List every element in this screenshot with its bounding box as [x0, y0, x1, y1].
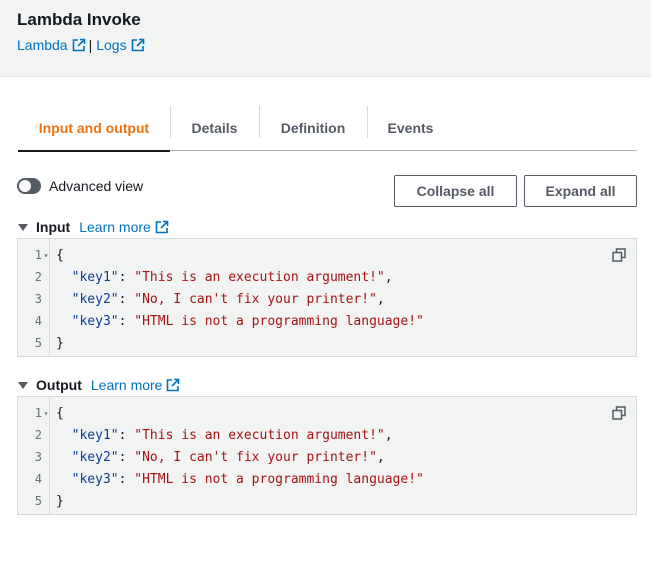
advanced-view-row: Advanced view — [17, 178, 143, 194]
input-section-header: Input Learn more — [18, 219, 169, 235]
line-number: 5 — [34, 336, 42, 350]
fold-arrow-icon[interactable]: ▾ — [42, 251, 50, 260]
tab-definition[interactable]: Definition — [259, 106, 367, 150]
input-section-title: Input — [36, 219, 71, 235]
code-text: } — [56, 493, 64, 509]
link-separator: | — [88, 37, 93, 53]
code-text: "key3": "HTML is not a programming langu… — [71, 471, 424, 487]
tab-bar: Input and output Details Definition Even… — [18, 106, 637, 152]
logs-link-label: Logs — [96, 37, 127, 53]
external-link-icon — [167, 378, 180, 392]
advanced-view-label: Advanced view — [49, 178, 144, 194]
tab-events[interactable]: Events — [367, 106, 454, 150]
external-link-icon — [131, 38, 144, 52]
output-learn-more-link[interactable]: Learn more — [91, 377, 181, 393]
code-text: { — [56, 405, 64, 421]
code-text: { — [56, 247, 64, 263]
code-text: "key1": "This is an execution argument!"… — [71, 427, 393, 443]
code-text: "key3": "HTML is not a programming langu… — [71, 313, 424, 329]
output-code-viewer[interactable]: 1 ▾ { 2 "key1": "This is an execution ar… — [17, 396, 637, 515]
code-line: 4 "key3": "HTML is not a programming lan… — [18, 310, 636, 332]
code-line: 3 "key2": "No, I can't fix your printer!… — [18, 288, 636, 310]
code-line: 2 "key1": "This is an execution argument… — [18, 266, 636, 288]
code-text: } — [56, 335, 64, 351]
lambda-link-label: Lambda — [17, 37, 68, 53]
line-number: 5 — [34, 494, 42, 508]
code-text: "key2": "No, I can't fix your printer!", — [71, 291, 385, 307]
code-text: "key2": "No, I can't fix your printer!", — [71, 449, 385, 465]
output-section-header: Output Learn more — [18, 377, 180, 393]
output-learn-more-label: Learn more — [90, 377, 163, 393]
collapse-all-button[interactable]: Collapse all — [394, 175, 517, 207]
fold-arrow-icon[interactable]: ▾ — [42, 409, 50, 418]
line-number: 4 — [34, 472, 42, 486]
page-header: Lambda Invoke Lambda | Logs — [0, 0, 651, 77]
code-line: 1 ▾ { — [18, 244, 636, 266]
line-number: 1 — [34, 248, 42, 262]
external-link-icon — [155, 220, 169, 234]
code-line: 5 } — [18, 332, 636, 354]
input-learn-more-link[interactable]: Learn more — [79, 219, 169, 235]
code-line: 5 } — [18, 490, 636, 512]
code-line: 4 "key3": "HTML is not a programming lan… — [18, 468, 636, 490]
expand-all-button[interactable]: Expand all — [524, 175, 637, 207]
lambda-link[interactable]: Lambda — [17, 37, 86, 53]
input-code-viewer[interactable]: 1 ▾ { 2 "key1": "This is an execution ar… — [17, 238, 637, 357]
copy-icon[interactable] — [612, 406, 626, 420]
advanced-view-toggle[interactable] — [17, 178, 41, 194]
line-number: 2 — [34, 428, 42, 442]
code-line: 1 ▾ { — [18, 402, 636, 424]
output-collapse-caret-icon[interactable] — [18, 381, 28, 389]
copy-icon[interactable] — [612, 248, 626, 262]
line-number: 1 — [34, 406, 42, 420]
logs-link[interactable]: Logs — [96, 37, 144, 53]
input-learn-more-label: Learn more — [79, 219, 151, 235]
line-number: 3 — [34, 450, 42, 464]
input-collapse-caret-icon[interactable] — [18, 223, 28, 231]
code-line: 3 "key2": "No, I can't fix your printer!… — [18, 446, 636, 468]
page-title: Lambda Invoke — [17, 10, 141, 29]
header-links: Lambda | Logs — [17, 37, 145, 53]
line-number: 4 — [34, 314, 42, 328]
tab-details[interactable]: Details — [170, 106, 259, 150]
line-number: 2 — [34, 270, 42, 284]
line-number: 3 — [34, 292, 42, 306]
code-line: 2 "key1": "This is an execution argument… — [18, 424, 636, 446]
external-link-icon — [72, 38, 85, 52]
output-section-title: Output — [36, 377, 82, 393]
tab-input-and-output[interactable]: Input and output — [18, 106, 170, 152]
code-text: "key1": "This is an execution argument!"… — [71, 269, 393, 285]
